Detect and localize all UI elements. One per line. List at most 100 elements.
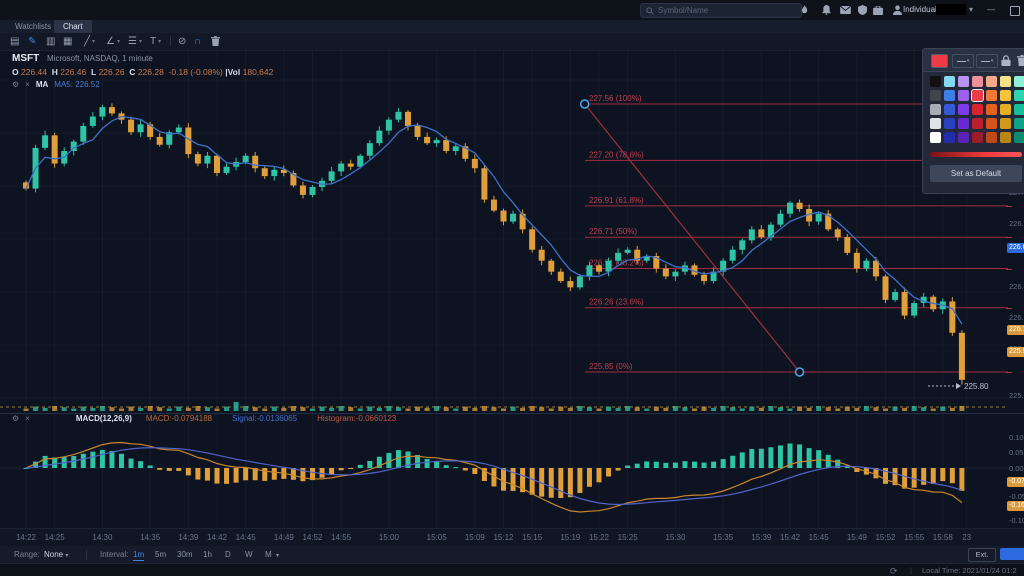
palette-swatch[interactable]: [972, 132, 983, 143]
time-axis[interactable]: 14:22 14:25 14:30 14:35 14:39 14:42 14:45 14:49…: [0, 528, 1024, 547]
pencil-draw-icon[interactable]: ✎: [28, 33, 36, 49]
trendline-tool-icon[interactable]: ╱ ▾: [84, 33, 95, 49]
palette-swatch[interactable]: [944, 76, 955, 87]
palette-swatch[interactable]: [986, 132, 997, 143]
volume-bar: [539, 407, 545, 411]
palette-swatch[interactable]: [930, 76, 941, 87]
tab-chart[interactable]: Chart: [54, 20, 92, 33]
candle-body: [758, 229, 765, 238]
palette-swatch[interactable]: [944, 132, 955, 143]
palette-swatch[interactable]: [986, 90, 997, 101]
line-style-dropdown[interactable]: ▾: [976, 54, 998, 68]
interval-D[interactable]: D: [225, 550, 231, 559]
palette-swatch[interactable]: [958, 76, 969, 87]
chevron-down-icon[interactable]: ▾: [969, 5, 973, 14]
interval-M[interactable]: M: [265, 550, 272, 559]
notifications-bell-icon[interactable]: [819, 3, 833, 17]
close-icon[interactable]: ×: [25, 414, 30, 423]
palette-swatch[interactable]: [1000, 90, 1011, 101]
color-shade-slider[interactable]: [930, 152, 1022, 157]
range-selector[interactable]: None ▾: [44, 550, 68, 559]
tab-watchlists[interactable]: Watchlists: [6, 20, 60, 33]
line-width-dropdown[interactable]: ▾: [952, 54, 974, 68]
interval-5m[interactable]: 5m: [155, 550, 166, 559]
refresh-icon[interactable]: ⟳: [890, 566, 898, 576]
fib-anchor-handle[interactable]: [794, 367, 805, 377]
palette-swatch[interactable]: [1014, 76, 1024, 87]
palette-swatch[interactable]: [1014, 132, 1024, 143]
candle-body: [261, 168, 268, 177]
volume-bar: [386, 406, 392, 411]
palette-swatch[interactable]: [986, 76, 997, 87]
interval-30m[interactable]: 30m: [177, 550, 193, 559]
volume-bar: [424, 407, 430, 411]
account-type-label[interactable]: Individual: [903, 5, 937, 14]
person-icon[interactable]: [890, 3, 904, 17]
palette-swatch[interactable]: [930, 118, 941, 129]
palette-swatch[interactable]: [930, 104, 941, 115]
fib-anchor-handle[interactable]: [579, 99, 590, 109]
palette-swatch[interactable]: [1000, 118, 1011, 129]
text-tool-icon[interactable]: T ▾: [150, 33, 161, 49]
palette-swatch[interactable]: [971, 89, 984, 102]
set-as-default-button[interactable]: Set as Default: [930, 165, 1022, 182]
interval-1m[interactable]: 1m: [133, 550, 145, 561]
symbol-search-input[interactable]: Symbol/Name: [640, 3, 802, 18]
briefcase-icon[interactable]: [871, 3, 885, 17]
palette-swatch[interactable]: [972, 76, 983, 87]
chart-type-icon[interactable]: ▤: [10, 33, 19, 49]
compare-icon[interactable]: ▥: [46, 33, 55, 49]
magnet-icon[interactable]: ∩: [194, 33, 201, 49]
palette-swatch[interactable]: [958, 90, 969, 101]
palette-swatch[interactable]: [1014, 118, 1024, 129]
interval-W[interactable]: W: [245, 550, 253, 559]
trash-icon[interactable]: [211, 33, 220, 49]
symbol-ticker[interactable]: MSFT: [12, 53, 39, 64]
channel-tool-icon[interactable]: ∠ ▾: [106, 33, 120, 49]
palette-swatch[interactable]: [958, 118, 969, 129]
ext-session-button[interactable]: Ext.: [968, 548, 996, 562]
palette-swatch[interactable]: [1000, 76, 1011, 87]
candle-body: [777, 213, 784, 225]
selected-color-swatch[interactable]: [931, 54, 948, 68]
restore-window-icon[interactable]: [1010, 6, 1020, 16]
palette-swatch[interactable]: [972, 104, 983, 115]
candle-body: [892, 292, 899, 300]
palette-swatch[interactable]: [930, 132, 941, 143]
palette-swatch[interactable]: [986, 118, 997, 129]
volume-bar: [481, 406, 487, 411]
palette-swatch[interactable]: [958, 104, 969, 115]
close-icon[interactable]: ×: [25, 80, 30, 89]
lock-icon[interactable]: [1001, 53, 1015, 67]
palette-swatch[interactable]: [1000, 132, 1011, 143]
gear-icon[interactable]: ⚙: [12, 80, 19, 89]
palette-swatch[interactable]: [944, 104, 955, 115]
gear-icon[interactable]: ⚙: [12, 414, 19, 423]
time-axis-label: 15:55: [904, 533, 925, 542]
palette-swatch[interactable]: [1014, 104, 1024, 115]
trade-button[interactable]: [1000, 548, 1024, 560]
palette-swatch[interactable]: [1000, 104, 1011, 115]
palette-swatch[interactable]: [986, 104, 997, 115]
minimize-icon[interactable]: —: [987, 5, 995, 14]
interval-1h[interactable]: 1h: [203, 550, 212, 559]
time-axis-label: 14:55: [331, 533, 352, 542]
trash-icon[interactable]: [1017, 53, 1024, 67]
palette-swatch[interactable]: [1014, 90, 1024, 101]
palette-swatch[interactable]: [972, 118, 983, 129]
eraser-icon[interactable]: ⊘: [178, 33, 186, 49]
interval-month-caret[interactable]: ▾: [276, 550, 279, 559]
patterns-tool-icon[interactable]: ☰ ▾: [128, 33, 142, 49]
palette-swatch[interactable]: [958, 132, 969, 143]
hot-list-icon[interactable]: [797, 3, 811, 17]
candle-body: [844, 237, 851, 253]
layout-grid-icon[interactable]: ▦: [63, 33, 72, 49]
messages-mail-icon[interactable]: [838, 3, 852, 17]
chart-canvas[interactable]: 227.56 (100%) 227.20 (78.6%) 226.91 (61.8%…: [0, 50, 1024, 528]
palette-swatch[interactable]: [944, 90, 955, 101]
palette-swatch[interactable]: [930, 90, 941, 101]
palette-swatch[interactable]: [944, 118, 955, 129]
shield-icon[interactable]: [855, 3, 869, 17]
top-bar: Symbol/Name Individual ▾ —: [0, 0, 1024, 20]
volume-bar: [768, 406, 774, 411]
